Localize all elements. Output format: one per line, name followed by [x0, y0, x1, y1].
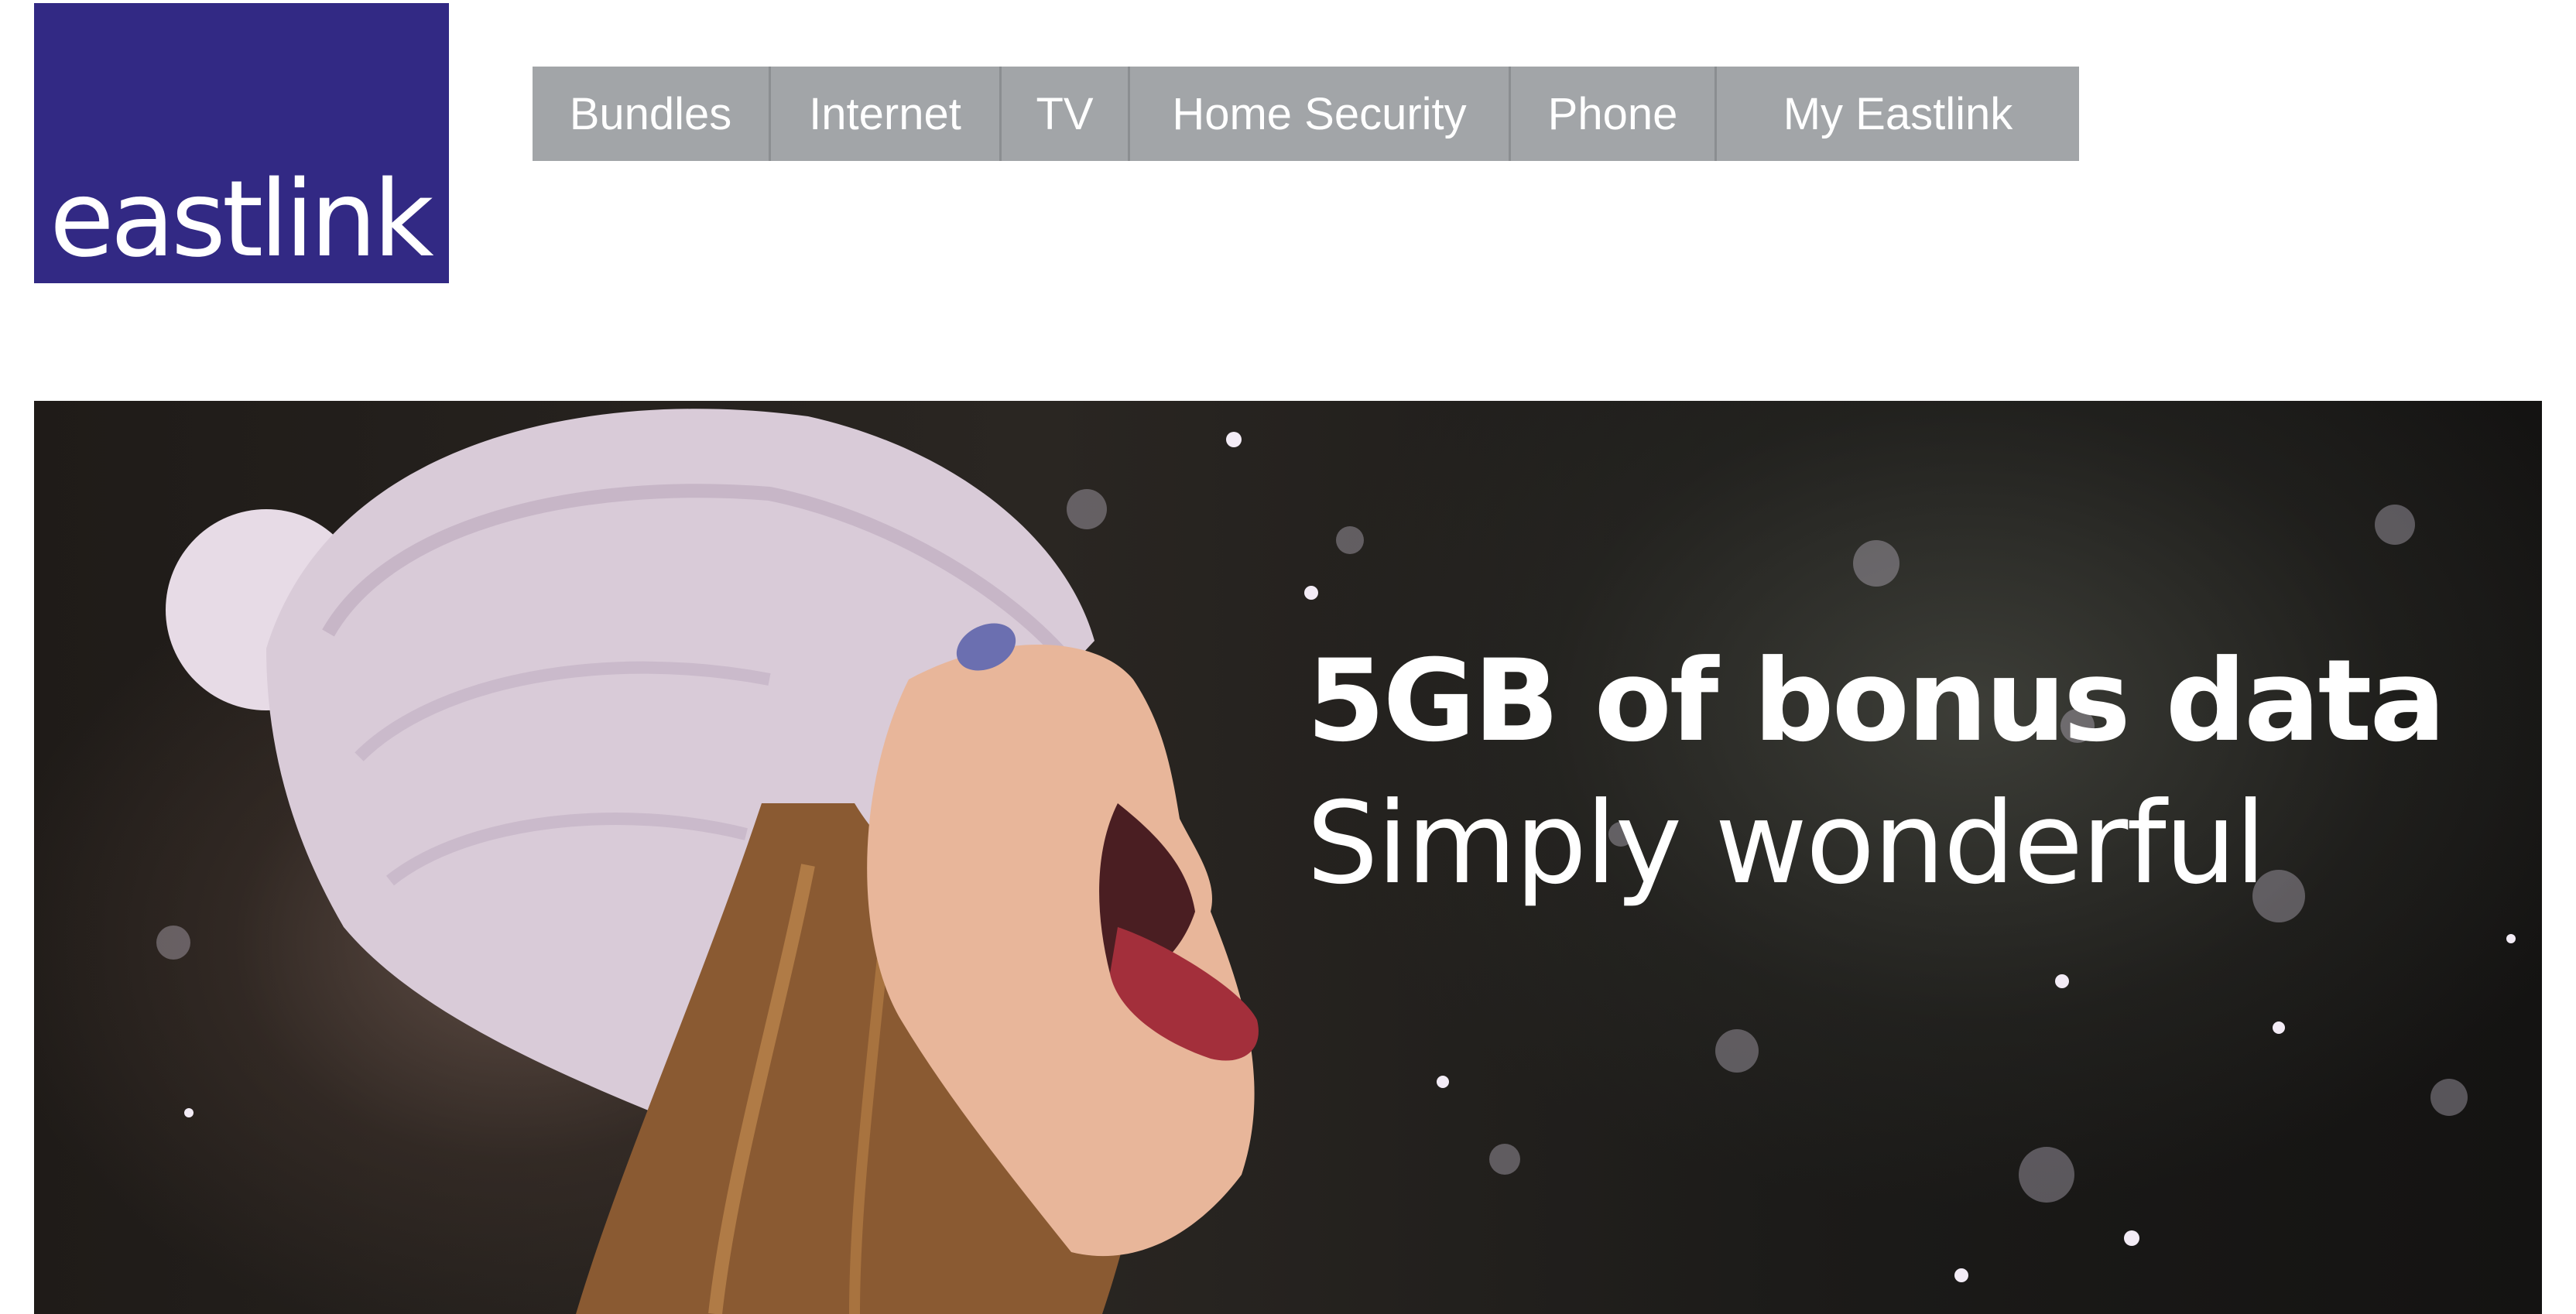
nav-item-home-security[interactable]: Home Security [1130, 67, 1511, 161]
nav-item-internet[interactable]: Internet [771, 67, 1002, 161]
logo-wordmark: eastlink [50, 159, 434, 281]
main-nav: Bundles Internet TV Home Security Phone … [533, 67, 2079, 161]
nav-item-tv[interactable]: TV [1002, 67, 1130, 161]
nav-item-phone[interactable]: Phone [1511, 67, 1717, 161]
nav-item-my-eastlink[interactable]: My Eastlink [1717, 67, 2079, 161]
hero-banner[interactable]: 5GB of bonus data Simply wonderful [34, 401, 2542, 1314]
hero-headline: 5GB of bonus data [1307, 635, 2446, 767]
nav-item-bundles[interactable]: Bundles [533, 67, 771, 161]
hero-subheadline: Simply wonderful [1307, 778, 2266, 909]
eastlink-logo[interactable]: eastlink [34, 3, 449, 283]
hero-headline-group: 5GB of bonus data Simply wonderful [1307, 630, 2446, 915]
